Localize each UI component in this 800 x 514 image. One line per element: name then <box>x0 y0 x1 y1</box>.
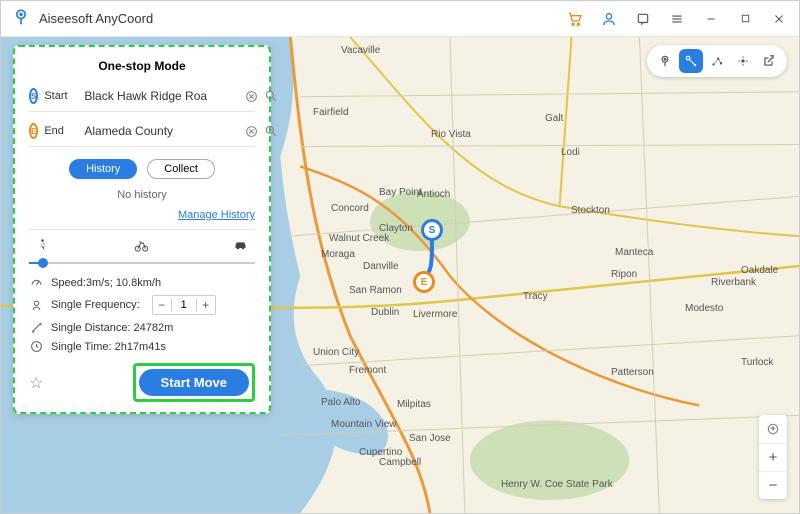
manage-history-link[interactable]: Manage History <box>29 209 255 221</box>
speed-mode-icons <box>29 238 255 256</box>
map-mode-toolbar <box>647 45 787 77</box>
feedback-icon[interactable] <box>633 9 653 29</box>
freq-plus-button[interactable]: + <box>197 296 215 314</box>
menu-icon[interactable] <box>667 9 687 29</box>
car-icon[interactable] <box>232 238 249 256</box>
frequency-stat: Single Frequency: − + <box>29 295 255 315</box>
empty-history-text: No history <box>29 189 255 201</box>
frequency-icon <box>29 299 43 312</box>
speed-slider[interactable] <box>29 262 255 264</box>
speed-icon <box>29 276 43 289</box>
end-location-row: E End <box>29 118 255 147</box>
tool-route-icon[interactable] <box>679 49 703 73</box>
clear-end-icon[interactable] <box>245 122 258 140</box>
maximize-button[interactable] <box>735 9 755 29</box>
user-icon[interactable] <box>599 9 619 29</box>
distance-icon <box>29 321 43 334</box>
tool-joystick-icon[interactable] <box>731 49 755 73</box>
close-button[interactable] <box>769 9 789 29</box>
start-label: Start <box>44 90 72 102</box>
app-title: Aiseesoft AnyCoord <box>39 11 557 26</box>
start-location-row: S Start <box>29 83 255 112</box>
freq-minus-button[interactable]: − <box>153 296 171 314</box>
start-pin-icon: S <box>29 88 38 104</box>
search-start-icon[interactable] <box>264 87 278 105</box>
route-end-marker: E <box>413 271 435 293</box>
window-controls <box>565 9 789 29</box>
favorite-icon[interactable]: ☆ <box>29 373 43 393</box>
bike-icon[interactable] <box>133 238 150 256</box>
tool-multi-icon[interactable] <box>705 49 729 73</box>
start-move-button[interactable]: Start Move <box>139 369 249 396</box>
clock-icon <box>29 340 43 353</box>
layer-button[interactable] <box>759 415 787 443</box>
time-stat: Single Time: 2h17m41s <box>29 340 255 353</box>
tabs-row: History Collect <box>29 159 255 179</box>
tab-history[interactable]: History <box>69 159 137 179</box>
end-pin-icon: E <box>29 123 38 139</box>
cart-icon[interactable] <box>565 9 585 29</box>
mode-title: One-stop Mode <box>29 59 255 73</box>
onestop-panel: One-stop Mode S Start E End History Coll… <box>13 45 271 414</box>
walk-icon[interactable] <box>35 238 50 256</box>
tool-pin-icon[interactable] <box>653 49 677 73</box>
divider <box>29 229 255 230</box>
freq-input[interactable] <box>171 299 197 311</box>
speed-stat: Speed:3m/s; 10.8km/h <box>29 276 255 289</box>
start-input[interactable] <box>84 89 239 103</box>
zoom-control: + − <box>759 415 787 499</box>
search-end-icon[interactable] <box>264 122 278 140</box>
end-input[interactable] <box>84 124 239 138</box>
end-label: End <box>44 125 72 137</box>
zoom-out-button[interactable]: − <box>759 471 787 499</box>
tool-export-icon[interactable] <box>757 49 781 73</box>
app-logo-icon <box>11 6 31 31</box>
frequency-stepper[interactable]: − + <box>152 295 216 315</box>
title-bar: Aiseesoft AnyCoord <box>1 1 799 37</box>
route-start-marker: S <box>421 219 443 241</box>
clear-start-icon[interactable] <box>245 87 258 105</box>
minimize-button[interactable] <box>701 9 721 29</box>
tab-collect[interactable]: Collect <box>147 159 215 179</box>
start-move-highlight: Start Move <box>133 363 255 402</box>
distance-stat: Single Distance: 24782m <box>29 321 255 334</box>
panel-footer: ☆ Start Move <box>29 363 255 402</box>
zoom-in-button[interactable]: + <box>759 443 787 471</box>
